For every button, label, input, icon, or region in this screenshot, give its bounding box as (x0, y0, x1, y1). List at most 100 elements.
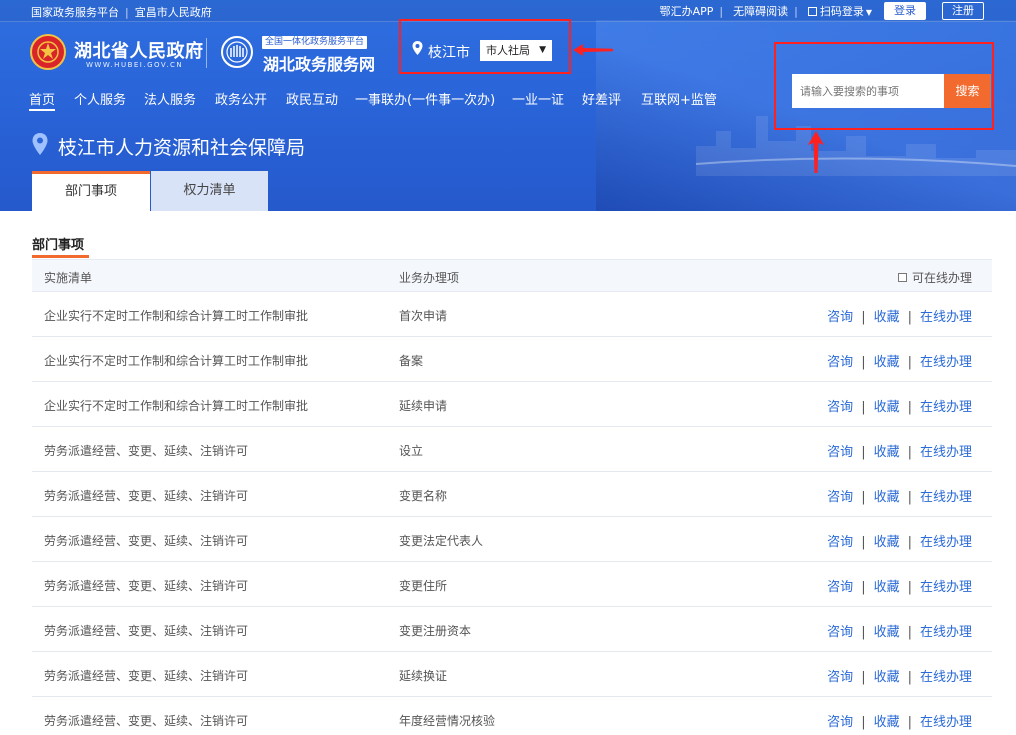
qr-login-menu[interactable]: 扫码登录 ▼ (807, 3, 872, 19)
department-select[interactable]: 市人社局 ▼ (480, 40, 552, 61)
row-actions: 咨询 | 收藏 | 在线办理 (827, 396, 972, 415)
divider: | (907, 535, 912, 550)
nav-item-personal[interactable]: 个人服务 (74, 89, 126, 108)
link-yichang-gov[interactable]: 宜昌市人民政府 (135, 6, 212, 19)
row-list-name: 企业实行不定时工作制和综合计算工时工作制审批 (44, 399, 309, 413)
divider: | (907, 625, 912, 640)
favorite-link[interactable]: 收藏 (874, 715, 900, 730)
city-selector[interactable]: 枝江市 (428, 42, 470, 62)
favorite-link[interactable]: 收藏 (874, 310, 900, 325)
nav-item-legal-entity[interactable]: 法人服务 (144, 89, 196, 108)
divider: | (907, 490, 912, 505)
favorite-link[interactable]: 收藏 (874, 445, 900, 460)
consult-link[interactable]: 咨询 (827, 670, 853, 685)
header-item: 业务办理项 (399, 271, 460, 285)
nav-item-gov-affairs[interactable]: 政务公开 (215, 89, 267, 108)
nav-item-one-matter[interactable]: 一事联办(一件事一次办) (355, 89, 495, 108)
row-actions: 咨询 | 收藏 | 在线办理 (827, 441, 972, 460)
online-handle-link[interactable]: 在线办理 (920, 445, 972, 460)
online-handle-link[interactable]: 在线办理 (920, 310, 972, 325)
row-item-name: 变更法定代表人 (399, 534, 484, 548)
national-emblem-icon (30, 34, 66, 70)
consult-link[interactable]: 咨询 (827, 445, 853, 460)
nav-item-supervision[interactable]: 互联网+监管 (641, 89, 717, 108)
online-filter-checkbox[interactable] (897, 273, 907, 282)
row-item-name: 年度经营情况核验 (399, 714, 496, 728)
dropdown-triangle-icon: ▼ (539, 45, 546, 55)
table-row: 劳务派遣经营、变更、延续、注销许可 变更名称 咨询 | 收藏 | 在线办理 (32, 472, 992, 517)
favorite-link[interactable]: 收藏 (874, 625, 900, 640)
online-filter[interactable]: 可在线办理 (897, 269, 972, 286)
nav-item-home[interactable]: 首页 (29, 89, 56, 111)
header-list: 实施清单 (44, 271, 93, 285)
online-handle-link[interactable]: 在线办理 (920, 715, 972, 730)
link-accessibility[interactable]: 无障碍阅读 (733, 3, 788, 19)
qr-login-label: 扫码登录 (819, 5, 864, 18)
consult-link[interactable]: 咨询 (827, 715, 853, 730)
divider: | (861, 625, 866, 640)
favorite-link[interactable]: 收藏 (874, 400, 900, 415)
search-input[interactable] (792, 74, 944, 108)
tab-dept-items[interactable]: 部门事项 (32, 171, 150, 211)
items-table: 实施清单 业务办理项 可在线办理 企业实行不定时工作制和综合计算工时工作制审批 首… (32, 259, 992, 735)
online-handle-link[interactable]: 在线办理 (920, 355, 972, 370)
department-select-value: 市人社局 (486, 44, 530, 57)
consult-link[interactable]: 咨询 (827, 310, 853, 325)
consult-link[interactable]: 咨询 (827, 355, 853, 370)
row-list-name: 劳务派遣经营、变更、延续、注销许可 (44, 579, 249, 593)
nav-item-one-license[interactable]: 一业一证 (512, 89, 564, 108)
row-item-name: 首次申请 (399, 309, 448, 323)
favorite-link[interactable]: 收藏 (874, 535, 900, 550)
row-item-name: 变更注册资本 (399, 624, 472, 638)
register-button[interactable]: 注册 (942, 2, 984, 20)
divider: | (907, 355, 912, 370)
table-row: 企业实行不定时工作制和综合计算工时工作制审批 备案 咨询 | 收藏 | 在线办理 (32, 337, 992, 382)
nav-item-rating[interactable]: 好差评 (582, 89, 621, 108)
search-button[interactable]: 搜索 (944, 74, 991, 108)
consult-link[interactable]: 咨询 (827, 490, 853, 505)
row-item-name: 备案 (399, 354, 424, 368)
row-actions: 咨询 | 收藏 | 在线办理 (827, 306, 972, 325)
login-button[interactable]: 登录 (884, 2, 926, 20)
favorite-link[interactable]: 收藏 (874, 490, 900, 505)
online-handle-link[interactable]: 在线办理 (920, 670, 972, 685)
link-app[interactable]: 鄂汇办APP (660, 3, 714, 19)
favorite-link[interactable]: 收藏 (874, 670, 900, 685)
favorite-link[interactable]: 收藏 (874, 580, 900, 595)
consult-link[interactable]: 咨询 (827, 535, 853, 550)
online-filter-label: 可在线办理 (911, 271, 972, 285)
link-national-platform[interactable]: 国家政务服务平台 (31, 6, 119, 19)
service-network-name: 湖北政务服务网 (263, 55, 376, 74)
annotation-arrow-left-icon (573, 44, 613, 56)
online-handle-link[interactable]: 在线办理 (920, 490, 972, 505)
favorite-link[interactable]: 收藏 (874, 355, 900, 370)
row-actions: 咨询 | 收藏 | 在线办理 (827, 486, 972, 505)
logo-divider (206, 38, 207, 68)
tab-power-list[interactable]: 权力清单 (151, 171, 268, 211)
consult-link[interactable]: 咨询 (827, 400, 853, 415)
row-item-name: 延续换证 (399, 669, 448, 683)
row-item-name: 延续申请 (399, 399, 448, 413)
table-row: 劳务派遣经营、变更、延续、注销许可 变更法定代表人 咨询 | 收藏 | 在线办理 (32, 517, 992, 562)
row-list-name: 企业实行不定时工作制和综合计算工时工作制审批 (44, 309, 309, 323)
nav-item-interaction[interactable]: 政民互动 (286, 89, 338, 108)
online-handle-link[interactable]: 在线办理 (920, 535, 972, 550)
row-actions: 咨询 | 收藏 | 在线办理 (827, 531, 972, 550)
row-list-name: 劳务派遣经营、变更、延续、注销许可 (44, 714, 249, 728)
online-handle-link[interactable]: 在线办理 (920, 625, 972, 640)
service-platform-badge: 全国一体化政务服务平台 (262, 36, 368, 49)
online-handle-link[interactable]: 在线办理 (920, 400, 972, 415)
divider: | (907, 310, 912, 325)
annotation-arrow-up-icon (808, 131, 824, 173)
consult-link[interactable]: 咨询 (827, 625, 853, 640)
divider: | (861, 535, 866, 550)
row-item-name: 变更名称 (399, 489, 448, 503)
divider: | (861, 580, 866, 595)
consult-link[interactable]: 咨询 (827, 580, 853, 595)
site-header: 国家政务服务平台 | 宜昌市人民政府 鄂汇办APP | 无障碍阅读 | 扫码登录 ▼ … (0, 0, 1016, 211)
search-highlight: 搜索 (774, 42, 994, 130)
divider: | (907, 715, 912, 730)
section-underline (32, 255, 89, 258)
online-handle-link[interactable]: 在线办理 (920, 580, 972, 595)
divider: | (861, 715, 866, 730)
